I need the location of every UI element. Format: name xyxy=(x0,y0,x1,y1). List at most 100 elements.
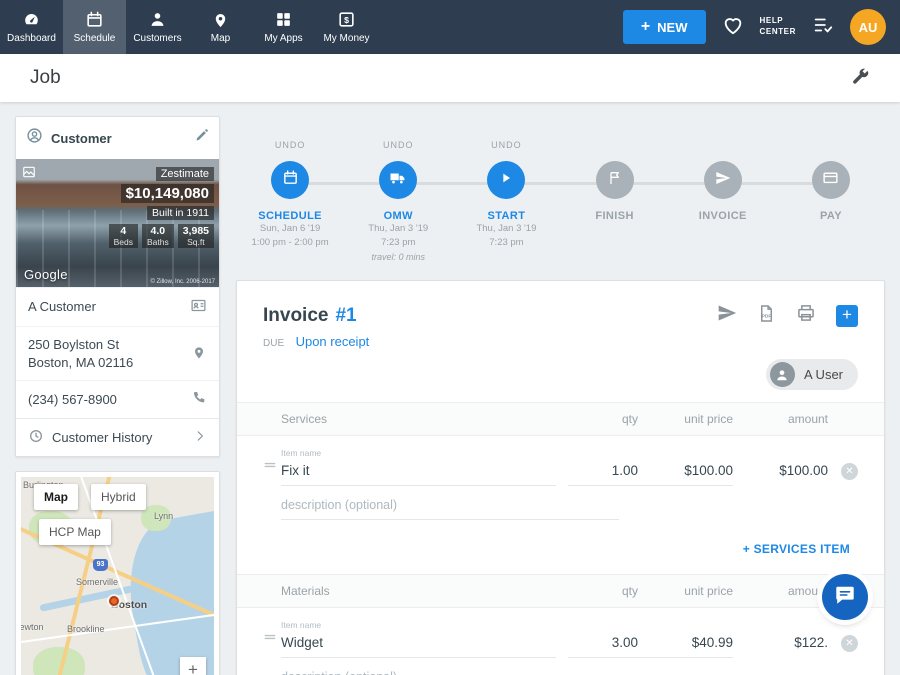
amount-column-header: amount xyxy=(733,584,828,598)
service-price-input[interactable] xyxy=(638,461,733,486)
health-heart-icon[interactable] xyxy=(722,14,744,41)
service-name-input[interactable] xyxy=(281,461,556,486)
step-date: Thu, Jan 3 '19 xyxy=(476,222,536,236)
map-type-button-map[interactable]: Map xyxy=(34,484,78,510)
play-icon xyxy=(498,170,514,191)
nav-item-label: Schedule xyxy=(74,33,116,44)
help-center-link[interactable]: HELP CENTER xyxy=(760,16,797,38)
materials-section-title: Materials xyxy=(281,584,568,598)
nav-item-map[interactable]: Map xyxy=(189,0,252,54)
due-terms-link[interactable]: Upon receipt xyxy=(296,334,370,349)
phone-icon[interactable] xyxy=(191,390,207,409)
remove-item-icon[interactable]: ✕ xyxy=(841,635,858,652)
print-icon[interactable] xyxy=(796,303,816,328)
service-description-input[interactable] xyxy=(281,496,619,520)
money-icon: $ xyxy=(337,10,356,29)
customer-card-title: Customer xyxy=(51,131,186,146)
job-tools-wrench-icon[interactable] xyxy=(850,66,870,91)
material-qty-input[interactable] xyxy=(568,633,638,658)
pdf-icon[interactable]: PDF xyxy=(757,304,776,328)
material-item-row: Item name $122. ✕ xyxy=(237,608,884,658)
map-type-button-hybrid[interactable]: Hybrid xyxy=(91,484,146,510)
map-label-brookline: Brookline xyxy=(67,624,105,634)
property-photo[interactable]: Zestimate $10,149,080 Built in 1911 4 Be… xyxy=(16,159,219,287)
nav-item-my-money[interactable]: $ My Money xyxy=(315,0,378,54)
main-panel: UNDO SCHEDULE Sun, Jan 6 '19 1:00 pm - 2… xyxy=(236,116,885,675)
service-qty-input[interactable] xyxy=(568,461,638,486)
finish-step-button[interactable] xyxy=(596,161,634,199)
zoom-in-button[interactable]: + xyxy=(180,657,206,675)
assigned-user-chip[interactable]: A User xyxy=(766,359,858,390)
new-button[interactable]: + NEW xyxy=(623,10,706,44)
invoice-card: Invoice #1 PDF + DUE Upon receipt xyxy=(236,280,885,675)
undo-start[interactable]: UNDO xyxy=(491,140,522,151)
step-start: UNDO START Thu, Jan 3 '19 7:23 pm xyxy=(452,140,560,264)
beds-value: 4 xyxy=(114,225,133,237)
chat-bubble-button[interactable] xyxy=(822,574,868,620)
material-item-name-field: Item name xyxy=(281,620,568,658)
schedule-step-button[interactable] xyxy=(271,161,309,199)
material-qty-field xyxy=(568,633,638,658)
material-amount: $122. xyxy=(733,635,828,658)
nav-item-label: Customers xyxy=(133,33,181,44)
step-date: Thu, Jan 3 '19 xyxy=(368,222,428,236)
remove-cell: ✕ xyxy=(828,463,858,486)
step-label: INVOICE xyxy=(699,210,747,222)
nav-item-schedule[interactable]: Schedule xyxy=(63,0,126,54)
start-step-button[interactable] xyxy=(487,161,525,199)
invoice-step-button[interactable] xyxy=(704,161,742,199)
nav-item-customers[interactable]: Customers xyxy=(126,0,189,54)
property-facts: 4 Beds 4.0 Baths 3,985 Sq.ft xyxy=(109,224,214,248)
service-description-row xyxy=(237,486,884,538)
assigned-user-name: A User xyxy=(804,367,843,382)
map-canvas[interactable]: Burlington Lynn Somerville Boston Newton… xyxy=(21,477,214,675)
unit-price-column-header: unit price xyxy=(638,584,733,598)
step-finish: FINISH xyxy=(561,140,669,264)
map-label-newton: Newton xyxy=(21,622,44,632)
undo-schedule[interactable]: UNDO xyxy=(275,140,306,151)
nav-item-my-apps[interactable]: My Apps xyxy=(252,0,315,54)
nav-right: + NEW HELP CENTER AU xyxy=(623,0,900,54)
add-service-item-link[interactable]: + SERVICES ITEM xyxy=(743,542,850,556)
customer-address-row: 250 Boylston St Boston, MA 02116 xyxy=(16,326,219,380)
nav-item-label: Dashboard xyxy=(7,33,56,44)
material-description-row xyxy=(237,658,884,675)
remove-item-icon[interactable]: ✕ xyxy=(841,463,858,480)
customer-phone: (234) 567-8900 xyxy=(28,391,191,409)
user-avatar[interactable]: AU xyxy=(850,9,886,45)
invoice-number[interactable]: #1 xyxy=(335,305,356,327)
send-icon xyxy=(715,170,731,191)
item-name-label: Item name xyxy=(281,448,556,458)
undo-omw[interactable]: UNDO xyxy=(383,140,414,151)
step-label: START xyxy=(488,210,526,222)
send-invoice-icon[interactable] xyxy=(717,303,737,328)
material-name-input[interactable] xyxy=(281,633,556,658)
drag-handle-icon[interactable] xyxy=(263,458,281,486)
material-description-input[interactable] xyxy=(281,668,619,675)
page-title: Job xyxy=(30,67,61,89)
pay-step-button[interactable] xyxy=(812,161,850,199)
add-service-row: + SERVICES ITEM xyxy=(237,538,884,574)
omw-step-button[interactable] xyxy=(379,161,417,199)
baths-value: 4.0 xyxy=(147,225,169,237)
location-pin-icon[interactable] xyxy=(191,344,207,363)
customer-card-header: Customer xyxy=(16,117,219,159)
add-invoice-button[interactable]: + xyxy=(836,305,858,327)
nav-item-dashboard[interactable]: Dashboard xyxy=(0,0,63,54)
sqft-value: 3,985 xyxy=(183,225,209,237)
image-icon xyxy=(22,165,36,184)
material-price-input[interactable] xyxy=(638,633,733,658)
map-card: Burlington Lynn Somerville Boston Newton… xyxy=(15,471,220,675)
customer-history-row[interactable]: Customer History xyxy=(16,418,219,456)
contact-card-icon[interactable] xyxy=(190,297,207,317)
apps-grid-icon xyxy=(274,10,293,29)
drag-handle-icon[interactable] xyxy=(263,630,281,658)
checklist-icon[interactable] xyxy=(812,14,834,41)
customer-name-row: A Customer xyxy=(16,287,219,326)
zestimate-box: Zestimate $10,149,080 Built in 1911 4 Be… xyxy=(109,164,214,248)
map-type-button-hcp[interactable]: HCP Map xyxy=(39,519,111,545)
edit-pencil-icon[interactable] xyxy=(194,128,209,148)
due-label: DUE xyxy=(263,338,284,349)
customers-icon xyxy=(148,10,167,29)
step-omw: UNDO OMW Thu, Jan 3 '19 7:23 pm travel: … xyxy=(344,140,452,264)
